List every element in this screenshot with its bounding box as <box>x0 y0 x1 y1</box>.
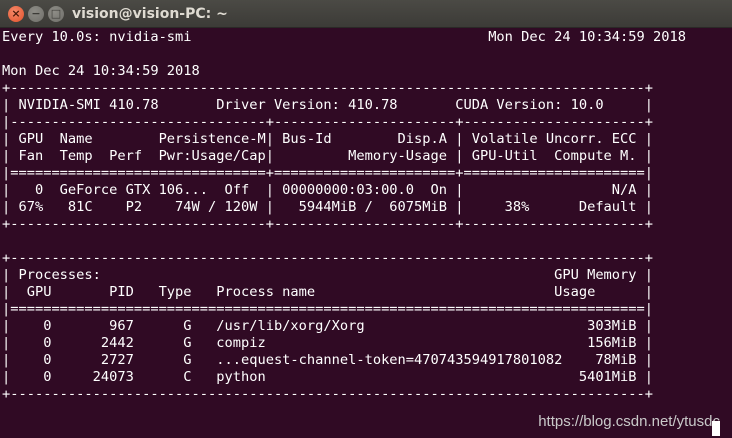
minimize-button[interactable]: − <box>28 6 44 22</box>
version-line: | NVIDIA-SMI 410.78 Driver Version: 410.… <box>2 97 654 113</box>
terminal-scrollbar[interactable] <box>726 29 732 438</box>
gpu-row: | 0 GeForce GTX 106... Off | 00000000:03… <box>2 182 654 198</box>
maximize-icon: □ <box>50 7 62 20</box>
process-row: | 0 24073 C python 5401MiB | <box>2 369 654 385</box>
gpu-row: | 67% 81C P2 74W / 120W | 5944MiB / 6075… <box>2 199 654 215</box>
timestamp-line: Mon Dec 24 10:34:59 2018 <box>2 63 200 79</box>
maximize-button[interactable]: □ <box>48 6 64 22</box>
header-line: Every 10.0s: nvidia-smi Mon Dec 24 10:34… <box>2 29 686 45</box>
terminal-window: × − □ vision@vision-PC: ~ Every 10.0s: n… <box>0 0 732 438</box>
table-border: |===============================+=======… <box>2 165 654 181</box>
processes-header-line: | GPU PID Type Process name Usage | <box>2 284 654 300</box>
terminal-output[interactable]: Every 10.0s: nvidia-smi Mon Dec 24 10:34… <box>2 29 726 438</box>
process-row: | 0 2727 G ...equest-channel-token=47074… <box>2 352 654 368</box>
watermark: https://blog.csdn.net/ytusdc <box>538 413 720 430</box>
table-border: +---------------------------------------… <box>2 80 654 96</box>
table-border: +-------------------------------+-------… <box>2 216 654 232</box>
processes-header-line: | Processes: GPU Memory | <box>2 267 654 283</box>
process-row: | 0 967 G /usr/lib/xorg/Xorg 303MiB | <box>2 318 654 334</box>
close-icon: × <box>11 7 21 20</box>
table-border: |-------------------------------+-------… <box>2 114 654 130</box>
table-border: +---------------------------------------… <box>2 250 654 266</box>
minimize-icon: − <box>31 7 41 20</box>
title-bar[interactable]: × − □ vision@vision-PC: ~ <box>0 0 732 28</box>
gpu-header-line: | Fan Temp Perf Pwr:Usage/Cap| Memory-Us… <box>2 148 654 164</box>
table-border: +---------------------------------------… <box>2 386 654 402</box>
close-button[interactable]: × <box>8 6 24 22</box>
gpu-header-line: | GPU Name Persistence-M| Bus-Id Disp.A … <box>2 131 654 147</box>
table-border: |=======================================… <box>2 301 654 317</box>
text-cursor <box>712 421 720 436</box>
process-row: | 0 2442 G compiz 156MiB | <box>2 335 654 351</box>
window-title: vision@vision-PC: ~ <box>72 6 228 22</box>
